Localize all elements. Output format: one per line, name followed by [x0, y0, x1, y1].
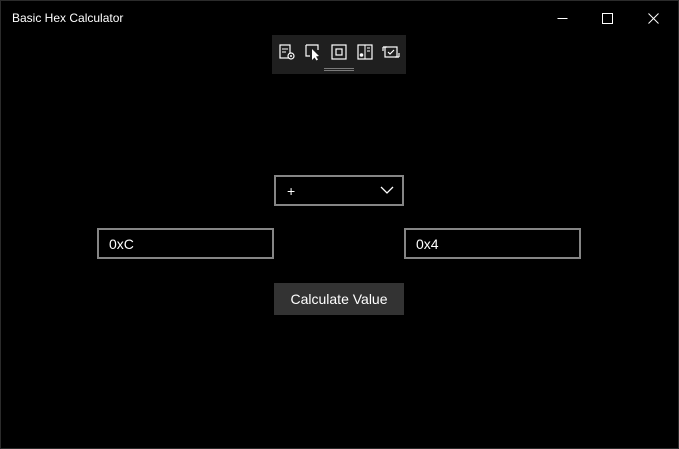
calculate-value-button[interactable]: Calculate Value	[274, 283, 404, 315]
in-app-debug-toolbar	[272, 35, 406, 74]
select-element-icon	[305, 44, 319, 61]
chevron-down-icon	[380, 186, 394, 194]
second-operand-input[interactable]	[404, 228, 581, 259]
minimize-icon	[557, 17, 567, 19]
maximize-icon	[601, 12, 613, 24]
app-window: Basic Hex Calculator + 0xC 0x4 Calculate…	[0, 0, 679, 449]
maximize-button[interactable]	[584, 1, 630, 35]
toolbar-grip-handle[interactable]	[324, 68, 354, 71]
window-title: Basic Hex Calculator	[12, 11, 124, 25]
display-layout-adorners-button[interactable]	[328, 41, 350, 63]
operator-selected-value: +	[287, 183, 296, 199]
minimize-button[interactable]	[539, 1, 585, 35]
live-visual-tree-button[interactable]	[276, 41, 298, 63]
track-focus-icon	[357, 44, 373, 60]
select-element-button[interactable]	[302, 41, 324, 63]
first-operand-input[interactable]	[97, 228, 274, 259]
binding-failures-button[interactable]	[380, 41, 402, 63]
binding-failures-icon	[382, 46, 400, 58]
track-focus-button[interactable]	[354, 41, 376, 63]
close-button[interactable]	[630, 1, 676, 35]
display-layout-adorners-icon	[331, 44, 347, 60]
close-icon	[647, 12, 659, 24]
operator-dropdown[interactable]: +	[274, 175, 404, 206]
live-visual-tree-icon	[279, 44, 295, 60]
title-bar[interactable]: Basic Hex Calculator	[1, 1, 678, 35]
